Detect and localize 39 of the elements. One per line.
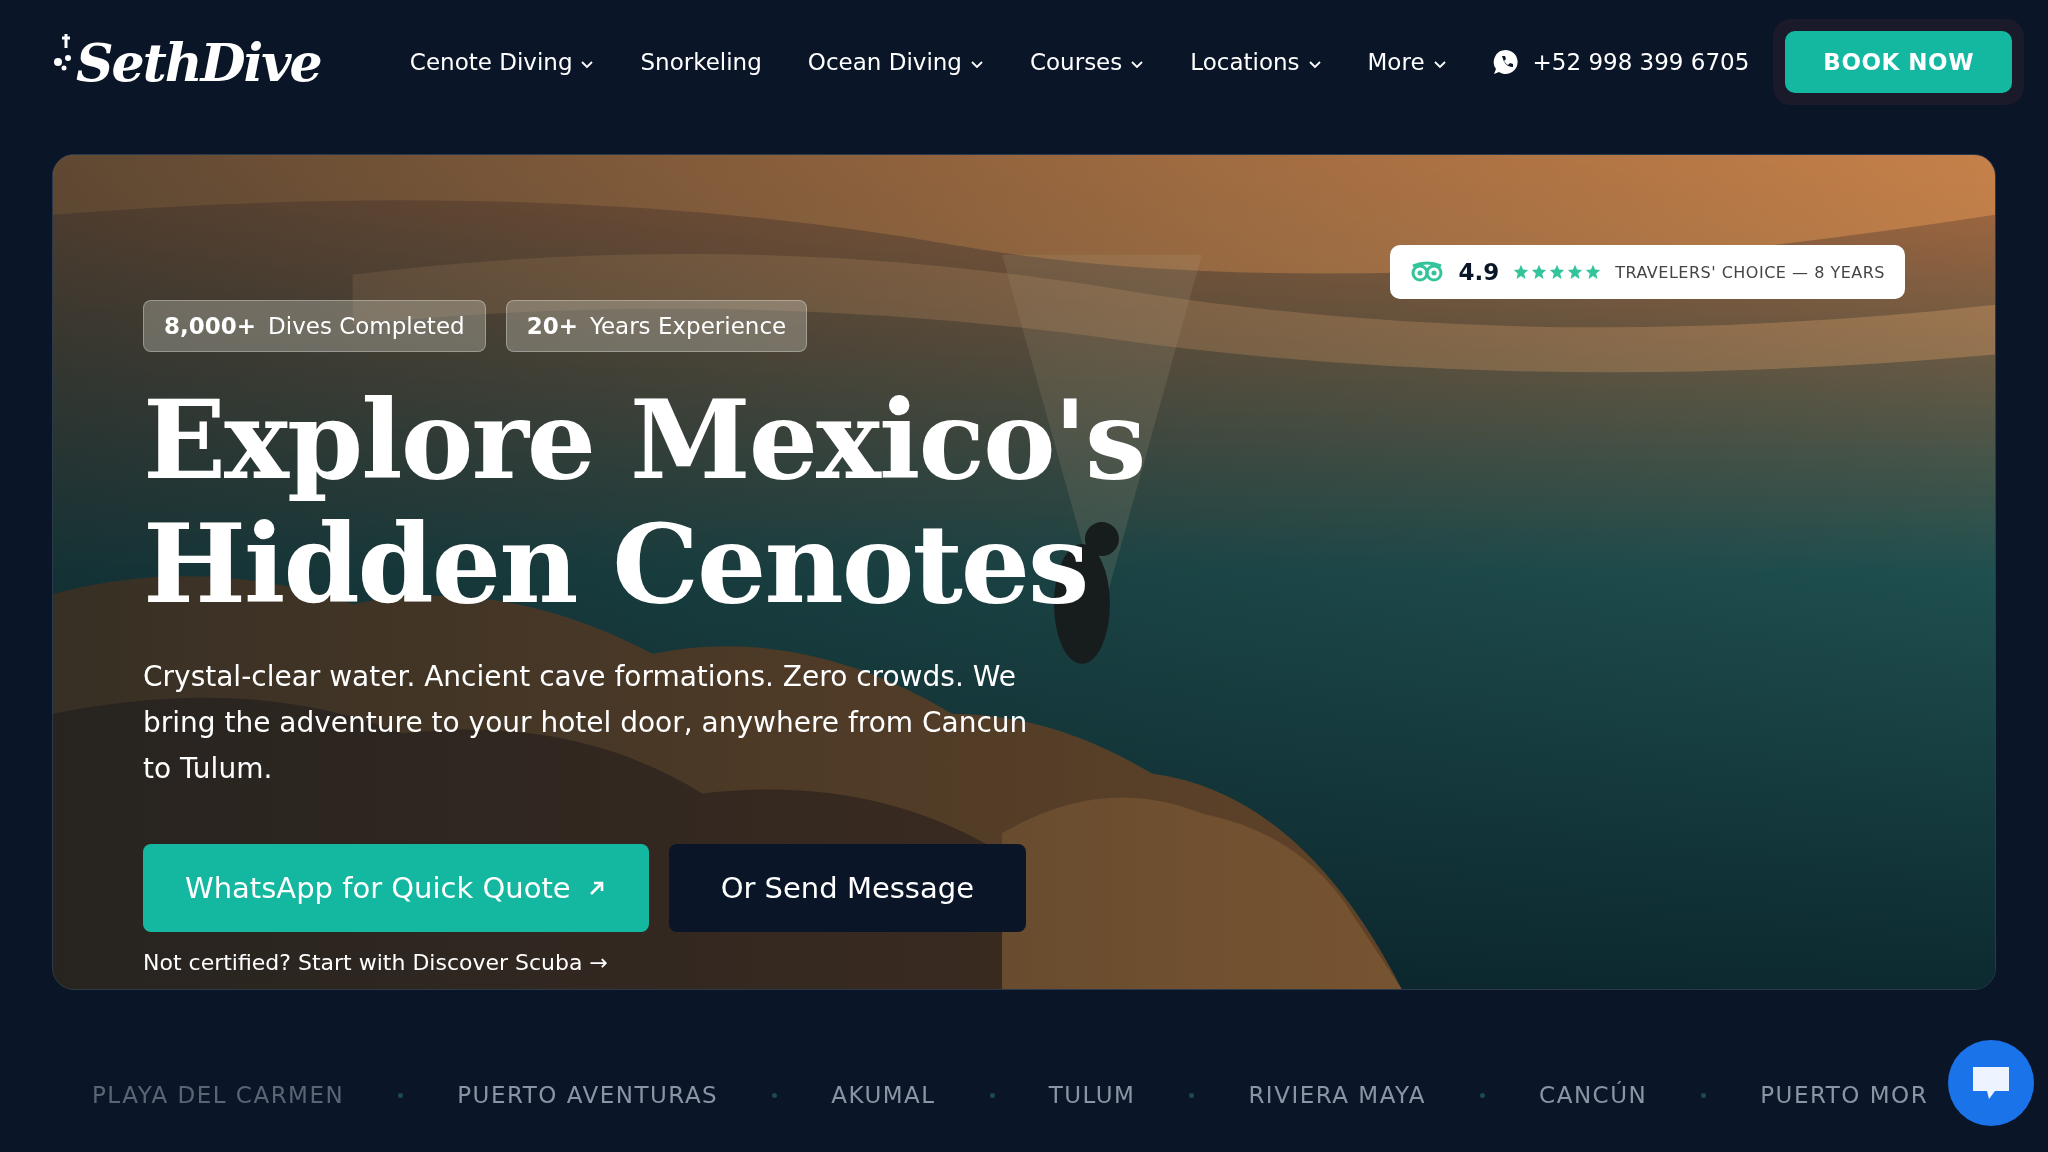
nav-link[interactable]: Ocean Diving bbox=[807, 49, 984, 75]
phone-link[interactable]: +52 998 399 6705 bbox=[1532, 49, 1750, 75]
separator-dot bbox=[772, 1092, 778, 1098]
nav-link[interactable]: More bbox=[1367, 49, 1447, 75]
separator-dot bbox=[1189, 1092, 1195, 1098]
stat-label: Years Experience bbox=[589, 313, 787, 339]
star-icon bbox=[1567, 264, 1584, 280]
nav-link[interactable]: Cenote Diving bbox=[409, 49, 595, 75]
send-message-button[interactable]: Or Send Message bbox=[668, 844, 1026, 932]
location-name: RIVIERA MAYA bbox=[1248, 1082, 1427, 1108]
star-icon bbox=[1549, 264, 1566, 280]
location-name: PUERTO MOR bbox=[1760, 1082, 1929, 1108]
location-name: PLAYA DEL CARMEN bbox=[92, 1082, 345, 1108]
hero-title: Hidden Cenotes bbox=[143, 502, 1088, 626]
hero-title: Explore Mexico's bbox=[143, 378, 1145, 502]
nav-link[interactable]: Locations bbox=[1190, 49, 1322, 75]
separator-dot bbox=[398, 1092, 404, 1098]
separator-dot bbox=[1701, 1092, 1707, 1098]
location-name: CANCÚN bbox=[1539, 1082, 1648, 1108]
award-caption: TRAVELERS' CHOICE — 8 YEARS bbox=[1615, 262, 1885, 282]
nav-link[interactable]: Snorkeling bbox=[640, 49, 762, 75]
logo[interactable]: SethDive bbox=[52, 31, 321, 93]
stat-label: Dives Completed bbox=[268, 313, 465, 339]
star-icon bbox=[1585, 264, 1602, 280]
phone-bubble-icon bbox=[1492, 49, 1519, 75]
hero-description: Crystal-clear water. Ancient cave formations. Zero crowds. We bring the adventure to your hotel door, anywhere from Cancun to Tulum. bbox=[143, 659, 1029, 787]
owl-icon bbox=[1410, 261, 1445, 283]
rating-score: 4.9 bbox=[1458, 259, 1500, 285]
location-name: TULUM bbox=[1048, 1082, 1136, 1108]
stat-value: 20+ bbox=[526, 313, 578, 339]
stat-value: 8,000+ bbox=[164, 313, 257, 339]
star-icon bbox=[1513, 264, 1530, 280]
location-name: PUERTO AVENTURAS bbox=[457, 1082, 719, 1108]
separator-dot bbox=[1480, 1092, 1486, 1098]
location-name: AKUMAL bbox=[831, 1082, 936, 1108]
separator-dot bbox=[989, 1092, 995, 1098]
nav-link[interactable]: Courses bbox=[1029, 49, 1145, 75]
star-icon bbox=[1531, 264, 1548, 280]
discover-scuba-link[interactable]: Not certified? Start with Discover Scuba → bbox=[143, 950, 608, 975]
